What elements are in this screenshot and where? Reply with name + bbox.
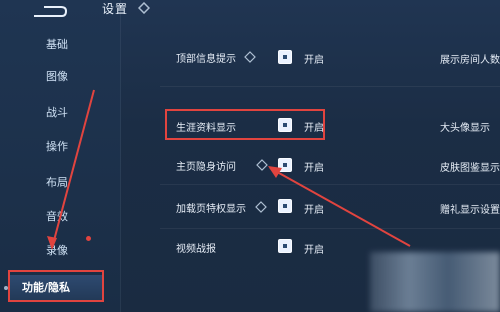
setting-label-gift-display: 赠礼显示设置	[440, 205, 500, 216]
help-icon[interactable]	[255, 201, 267, 213]
annotation-highlight-box	[8, 270, 104, 302]
diamond-icon	[138, 2, 150, 14]
sidebar-item-combat[interactable]: 战斗	[0, 100, 120, 126]
toggle-state: 开启	[304, 123, 324, 134]
sidebar-item-label: 图像	[46, 70, 68, 83]
divider	[160, 228, 500, 229]
divider	[160, 86, 500, 87]
notification-dot	[86, 236, 91, 241]
sidebar-item-label: 音效	[46, 210, 68, 223]
setting-label-career-profile: 生涯资料显示	[176, 123, 236, 134]
setting-label-video-report: 视频战报	[176, 244, 216, 255]
setting-label-top-info: 顶部信息提示	[176, 54, 236, 65]
sidebar-item-basic[interactable]: 基础	[0, 32, 120, 58]
setting-label-loading-privilege: 加载页特权显示	[176, 204, 246, 215]
sidebar: 基础 图像 战斗 操作 布局 音效 录像 功能/隐私	[0, 0, 121, 312]
sidebar-item-label: 布局	[46, 176, 68, 189]
toggle-video-report[interactable]	[278, 239, 292, 253]
toggle-state: 开启	[304, 55, 324, 66]
toggle-loading-privilege[interactable]	[278, 199, 292, 213]
setting-label-large-avatar: 大头像显示	[440, 123, 490, 134]
sidebar-item-label: 操作	[46, 140, 68, 153]
toggle-state: 开启	[304, 163, 324, 174]
setting-label-skin-gallery: 皮肤图鉴显示	[440, 163, 500, 174]
sidebar-item-label: 录像	[46, 244, 68, 257]
toggle-career-profile[interactable]	[278, 118, 292, 132]
blurred-region	[370, 252, 500, 312]
sidebar-item-controls[interactable]: 操作	[0, 134, 120, 160]
help-icon[interactable]	[244, 51, 256, 63]
sidebar-item-sound[interactable]: 音效	[0, 204, 120, 230]
help-icon[interactable]	[256, 159, 268, 171]
sidebar-item-replay[interactable]: 录像	[0, 238, 120, 264]
page-title: 设置	[102, 2, 129, 16]
setting-label-invisible-visit: 主页隐身访问	[176, 162, 236, 173]
setting-label-room-count: 展示房间人数	[440, 55, 500, 66]
sidebar-item-layout[interactable]: 布局	[0, 170, 120, 196]
back-icon[interactable]	[28, 4, 68, 20]
toggle-state: 开启	[304, 245, 324, 256]
divider	[160, 184, 500, 185]
sidebar-item-image[interactable]: 图像	[0, 64, 120, 90]
sidebar-item-label: 基础	[46, 38, 68, 51]
toggle-top-info[interactable]	[278, 50, 292, 64]
toggle-state: 开启	[304, 205, 324, 216]
sidebar-item-label: 战斗	[46, 106, 68, 119]
toggle-invisible-visit[interactable]	[278, 158, 292, 172]
